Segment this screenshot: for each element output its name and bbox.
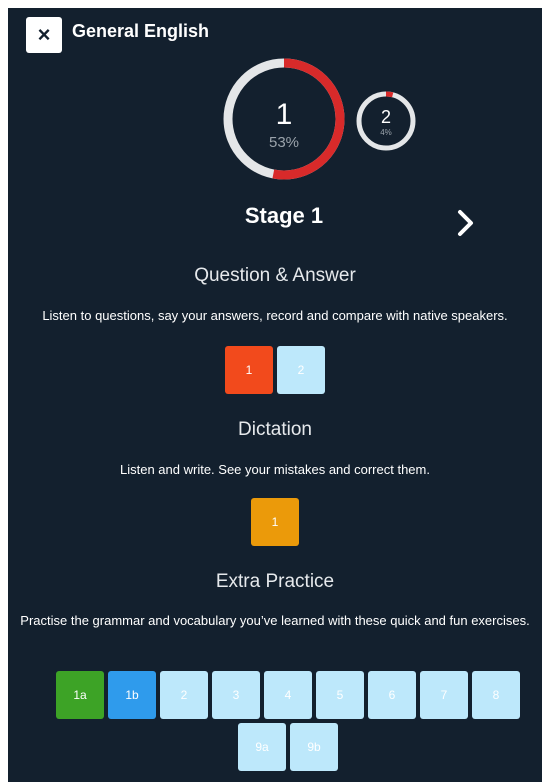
extra-section-title: Extra Practice [215, 571, 335, 592]
extra-section-description: Practise the grammar and vocabulary you’… [20, 613, 530, 628]
next-stage-percent: 4% [380, 128, 392, 137]
extra-tile-1a[interactable]: 1a [56, 671, 104, 719]
extra-tiles: 1a 1b 2 3 4 5 6 7 8 9a 9b [48, 671, 528, 771]
extra-tile-8[interactable]: 8 [472, 671, 520, 719]
extra-tile-5[interactable]: 5 [316, 671, 364, 719]
stage-title: Stage 1 [244, 203, 324, 228]
extra-tile-9a[interactable]: 9a [238, 723, 286, 771]
extra-tile-4[interactable]: 4 [264, 671, 312, 719]
stage-number: 1 [275, 98, 293, 131]
extra-tile-7[interactable]: 7 [420, 671, 468, 719]
extra-tile-9b[interactable]: 9b [290, 723, 338, 771]
qa-tile-2[interactable]: 2 [277, 346, 325, 394]
extra-tile-1b[interactable]: 1b [108, 671, 156, 719]
top-bar: × General English [8, 8, 542, 56]
qa-tile-1[interactable]: 1 [225, 346, 273, 394]
extra-tile-2[interactable]: 2 [160, 671, 208, 719]
qa-section-description: Listen to questions, say your answers, r… [42, 308, 508, 323]
extra-tile-6[interactable]: 6 [368, 671, 416, 719]
stage-percent: 53% [268, 134, 300, 151]
next-stage-number: 2 [380, 107, 391, 127]
dictation-section-description: Listen and write. See your mistakes and … [120, 462, 430, 477]
close-button[interactable]: × [26, 17, 62, 53]
chevron-right-icon[interactable] [455, 209, 477, 237]
course-title: General English [72, 21, 210, 41]
close-icon: × [37, 22, 51, 47]
dictation-tile-1[interactable]: 1 [251, 498, 299, 546]
dictation-tiles: 1 [8, 498, 542, 546]
qa-section-title: Question & Answer [194, 265, 356, 286]
dictation-section-title: Dictation [238, 419, 312, 440]
stage-panel: × General English 1 53% 2 4% Stage 1 Que… [8, 8, 542, 782]
qa-tiles: 12 [8, 346, 542, 394]
extra-tile-3[interactable]: 3 [212, 671, 260, 719]
